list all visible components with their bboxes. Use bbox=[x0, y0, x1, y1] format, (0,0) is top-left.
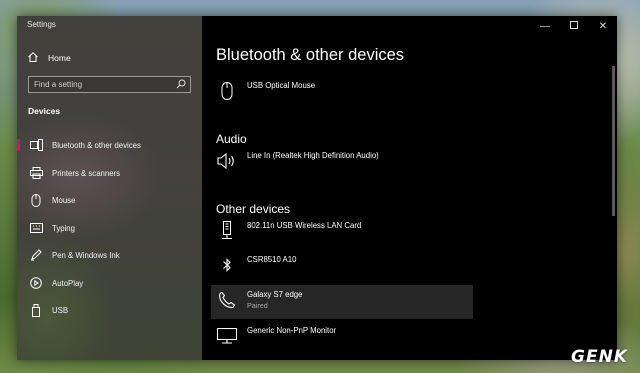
scrollbar[interactable] bbox=[612, 66, 615, 216]
usb-icon bbox=[29, 303, 43, 317]
home-label: Home bbox=[48, 53, 71, 63]
sidebar-item-label: USB bbox=[52, 305, 69, 315]
sidebar-item-bluetooth[interactable]: Bluetooth & other devices bbox=[17, 134, 202, 156]
genk-logo: GENK bbox=[571, 347, 628, 367]
phone-icon bbox=[216, 289, 238, 311]
sidebar-item-mouse[interactable]: Mouse bbox=[17, 189, 202, 211]
device-usb-optical-mouse[interactable]: USB Optical Mouse bbox=[211, 80, 473, 102]
mouse-icon bbox=[216, 80, 238, 102]
bluetooth-icon bbox=[216, 254, 238, 276]
sidebar-item-label: Mouse bbox=[52, 195, 76, 205]
device-generic-monitor[interactable]: Generic Non-PnP Monitor bbox=[211, 325, 473, 347]
maximize-button[interactable] bbox=[560, 16, 588, 36]
sidebar-item-label: Pen & Windows Ink bbox=[52, 250, 120, 260]
sidebar-item-label: Printers & scanners bbox=[52, 168, 121, 178]
device-name: Line In (Realtek High Definition Audio) bbox=[247, 151, 379, 160]
sidebar-item-pen[interactable]: Pen & Windows Ink bbox=[17, 244, 202, 266]
device-csr8510[interactable]: CSR8510 A10 bbox=[211, 254, 473, 276]
close-icon: ✕ bbox=[598, 20, 608, 32]
home-icon bbox=[27, 51, 39, 65]
device-wireless-lan-card[interactable]: 802.11n USB Wireless LAN Card bbox=[211, 220, 473, 242]
network-adapter-icon bbox=[216, 220, 238, 242]
sidebar-item-label: Bluetooth & other devices bbox=[52, 140, 141, 150]
device-name: USB Optical Mouse bbox=[247, 81, 316, 90]
other-devices-heading: Other devices bbox=[216, 202, 291, 216]
bluetooth-devices-icon bbox=[29, 138, 43, 152]
navigation-pane: Settings Home Devices bbox=[17, 16, 202, 360]
printer-icon bbox=[29, 166, 43, 180]
device-name: Generic Non-PnP Monitor bbox=[247, 326, 337, 335]
window-title: Settings bbox=[27, 20, 56, 29]
sidebar-item-autoplay[interactable]: AutoPlay bbox=[17, 272, 202, 294]
device-name: 802.11n USB Wireless LAN Card bbox=[247, 221, 362, 230]
device-line-in[interactable]: Line In (Realtek High Definition Audio) bbox=[211, 150, 473, 172]
device-galaxy-s7-edge[interactable]: Galaxy S7 edge Paired bbox=[211, 285, 473, 319]
device-name: CSR8510 A10 bbox=[247, 255, 297, 264]
close-button[interactable]: ✕ bbox=[589, 16, 617, 36]
maximize-icon bbox=[570, 20, 578, 32]
mouse-icon bbox=[29, 193, 43, 207]
pen-icon bbox=[29, 248, 43, 262]
minimize-button[interactable]: — bbox=[531, 16, 559, 36]
content-pane: — ✕ Bluetooth & other devices USB Optica… bbox=[202, 16, 617, 360]
keyboard-icon bbox=[29, 221, 43, 235]
minimize-icon: — bbox=[540, 20, 550, 32]
sidebar-item-printers[interactable]: Printers & scanners bbox=[17, 162, 202, 184]
device-name: Galaxy S7 edge bbox=[247, 290, 303, 299]
search-icon[interactable] bbox=[176, 76, 186, 94]
home-nav-item[interactable]: Home bbox=[27, 51, 71, 65]
settings-window: Settings Home Devices bbox=[17, 16, 617, 360]
section-label-devices: Devices bbox=[28, 106, 61, 116]
page-title: Bluetooth & other devices bbox=[216, 46, 405, 64]
sidebar-item-typing[interactable]: Typing bbox=[17, 217, 202, 239]
sidebar-item-usb[interactable]: USB bbox=[17, 299, 202, 321]
monitor-icon bbox=[216, 325, 238, 347]
autoplay-icon bbox=[29, 276, 43, 290]
audio-heading: Audio bbox=[216, 132, 247, 146]
search-input[interactable] bbox=[34, 80, 164, 89]
search-box[interactable] bbox=[28, 76, 191, 93]
device-status: Paired bbox=[247, 301, 268, 310]
speaker-icon bbox=[216, 150, 238, 172]
sidebar-item-label: AutoPlay bbox=[52, 278, 84, 288]
sidebar-item-label: Typing bbox=[52, 223, 75, 233]
